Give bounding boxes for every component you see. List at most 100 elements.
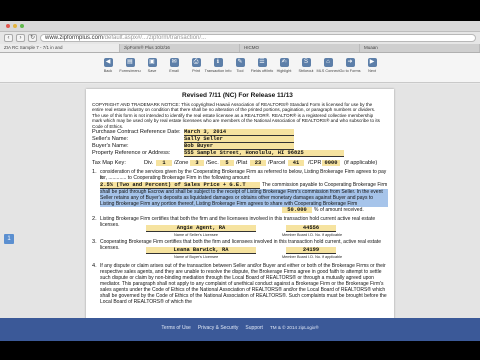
toolbar-save-button[interactable]: ▣ Save [144, 58, 160, 73]
div-label: Div. [144, 160, 154, 166]
print-icon: ⎙ [191, 58, 201, 67]
toolbar-label: Go to Forms [339, 69, 361, 73]
toolbar-tool-button[interactable]: ✎ Tool [232, 58, 248, 73]
toolbar-print-button[interactable]: ⎙ Print [188, 58, 204, 73]
url-path: /default.aspx#/.../zipform/transaction/.… [103, 35, 207, 41]
url-bar: ‹ › ↻ www.zipformplus.com/default.aspx#/… [0, 32, 480, 44]
toolbar-label: Highlight [276, 69, 292, 73]
browser-window: ‹ › ↻ www.zipformplus.com/default.aspx#/… [0, 21, 480, 341]
tab-1[interactable]: ZIA RC Sample 7 - 7/1 in and [0, 44, 120, 52]
title-bar [0, 21, 480, 32]
toolbar-forms-button[interactable]: ▤ Forms/menu [119, 58, 141, 73]
toolbar-label: Fields off/info [250, 69, 274, 73]
parcel-label: /Parcel [268, 160, 286, 166]
para-1-text-b: for, ............. to Cooperating Broker… [100, 175, 251, 181]
form-page: Revised 7/11 (NC) For Release 11/13 COPY… [86, 89, 394, 318]
toolbar-label: Print [192, 69, 200, 73]
screen: ‹ › ↻ www.zipformplus.com/default.aspx#/… [0, 0, 480, 360]
tab-strip: ZIA RC Sample 7 - 7/1 in and zipForm® Pl… [0, 44, 480, 53]
page-badge[interactable]: 1 [4, 234, 14, 244]
address-field[interactable]: www.zipformplus.com/default.aspx#/.../zi… [40, 34, 476, 42]
toolbar-back-button[interactable]: ◀ Back [100, 58, 116, 73]
zone-label: /Zone [174, 160, 189, 166]
document-area[interactable]: 1 Revised 7/11 (NC) For Release 11/13 CO… [0, 84, 480, 318]
tool-icon: ✎ [235, 58, 245, 67]
para-1-number: 1. [92, 169, 97, 175]
next-icon: ▶ [367, 58, 377, 67]
plat-field[interactable]: 23 [250, 160, 266, 167]
revision-title: Revised 7/11 (NC) For Release 11/13 [182, 92, 293, 99]
member-id-caption-1: Member Board I.D. No. if applicable [282, 233, 343, 237]
toolbar-email-button[interactable]: ✉ Email [166, 58, 182, 73]
para-2-number: 2. [92, 216, 97, 222]
ref-date-label: Purchase Contract Reference Date: [92, 129, 181, 135]
form-toolbar: ◀ Back ▤ Forms/menu ▣ Save ✉ Email ⎙ Print ℹ Transa… [0, 53, 480, 83]
reload-icon[interactable]: ↻ [28, 34, 37, 42]
buyer-label: Buyer's Name: [92, 143, 129, 149]
highlight-icon: ✍ [279, 58, 289, 67]
para-4-number: 4. [92, 263, 97, 269]
minimize-window-icon[interactable] [13, 24, 17, 28]
toolbar-info-button[interactable]: ℹ Transaction info [205, 58, 231, 73]
strikeout-icon: S [301, 58, 311, 67]
tab-4[interactable]: Muaan [360, 44, 480, 52]
forward-nav-icon[interactable]: › [16, 34, 25, 42]
sec-field[interactable]: 5 [220, 160, 234, 167]
if-applicable-label: (if applicable) [344, 160, 378, 166]
terms-link[interactable]: Terms of Use [161, 325, 190, 331]
tab-3[interactable]: HICMO [240, 44, 360, 52]
cpr-field[interactable]: 0000 [322, 160, 340, 167]
zone-field[interactable]: 3 [190, 160, 204, 167]
para-1-text-d: shall be paid through Escrow and shall b… [100, 189, 388, 207]
toolbar-label: Tool [236, 69, 244, 73]
forms-icon: ▤ [125, 58, 135, 67]
toolbar-label: Next [368, 69, 376, 73]
tmk-label: Tax Map Key: [92, 160, 126, 166]
seller-licensee-caption: Name of Seller's Licensee [174, 233, 218, 237]
share-percent-field[interactable]: 50.000 [282, 207, 312, 214]
fields-icon: ☰ [257, 58, 267, 67]
toolbar-label: Transaction info [204, 69, 232, 73]
toolbar-mls-button[interactable]: ⌂ MLS Connect [317, 58, 340, 73]
member-id-caption-2: Member Board I.D. No. if applicable [282, 255, 343, 259]
para-1-text-e: % of amount received. [314, 207, 364, 213]
goto-icon: ➜ [345, 58, 355, 67]
para-4-text: If any dispute or claim arises out of th… [100, 263, 387, 305]
buyer-licensee-caption: Name of Buyer's Licensee [174, 255, 219, 259]
footer-bar: Terms of Use Privacy & Security Support … [0, 318, 480, 341]
cpr-label: /CPR [308, 160, 322, 166]
toolbar-label: MLS Connect [316, 69, 340, 73]
support-link[interactable]: Support [245, 325, 263, 331]
property-label: Property Reference or Address: [92, 150, 171, 156]
url-host: www.zipformplus.com [45, 35, 104, 41]
toolbar-fields-button[interactable]: ☰ Fields off/info [251, 58, 273, 73]
toolbar-label: Save [147, 69, 157, 73]
toolbar-label: Email [169, 69, 179, 73]
sec-label: /Sec. [206, 160, 219, 166]
info-icon: ℹ [213, 58, 223, 67]
close-window-icon[interactable] [6, 24, 10, 28]
toolbar-highlight-button[interactable]: ✍ Highlight [276, 58, 292, 73]
back-nav-icon[interactable]: ‹ [4, 34, 13, 42]
toolbar-label: Forms/menu [119, 69, 141, 73]
para-3-number: 3. [92, 239, 97, 245]
toolbar-label: Strikeout [298, 69, 314, 73]
property-field[interactable]: 555 Sample Street, Honolulu, HI 96825 [184, 150, 344, 158]
plat-label: /Plat [236, 160, 248, 166]
div-field[interactable]: 1 [156, 160, 172, 167]
tab-2[interactable]: zipForm® Plus 10/2/16 [120, 44, 240, 52]
save-icon: ▣ [147, 58, 157, 67]
maximize-window-icon[interactable] [20, 24, 24, 28]
email-icon: ✉ [169, 58, 179, 67]
toolbar-strikeout-button[interactable]: S Strikeout [298, 58, 314, 73]
para-1-text-c: The commission payable to Cooperating Br… [262, 182, 388, 188]
toolbar-label: Back [103, 69, 113, 73]
toolbar-next-button[interactable]: ▶ Next [364, 58, 380, 73]
toolbar-goto-button[interactable]: ➜ Go to Forms [339, 58, 361, 73]
parcel-field[interactable]: 41 [288, 160, 304, 167]
mls-icon: ⌂ [323, 58, 333, 67]
back-icon: ◀ [103, 58, 113, 67]
copyright-notice: COPYRIGHT AND TRADEMARK NOTICE: This cop… [92, 102, 380, 129]
trademark-text: TM & © 2014 zipLogix® [269, 325, 319, 330]
privacy-link[interactable]: Privacy & Security [198, 325, 239, 331]
